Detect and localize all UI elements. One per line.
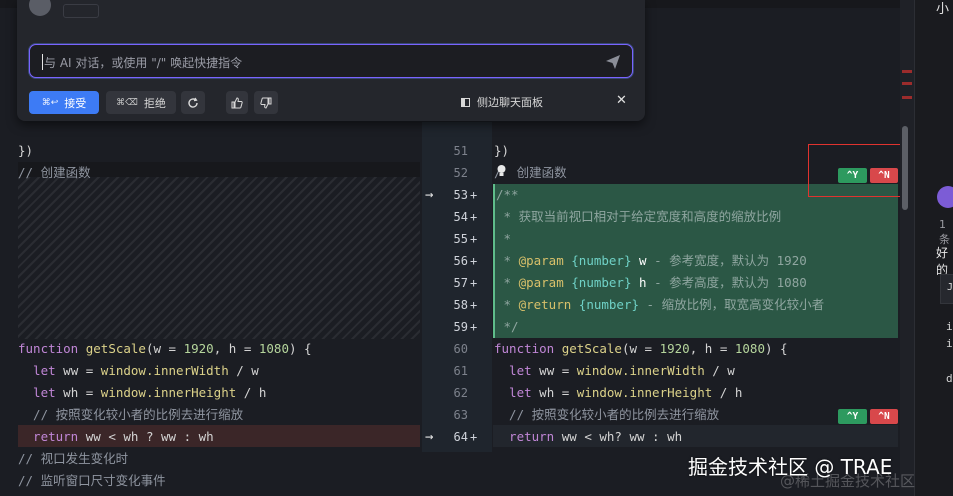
diff-arrow-icon[interactable]: →: [425, 426, 433, 448]
right-panel-message: 好的: [936, 246, 949, 277]
line-number: 63: [453, 408, 468, 422]
lightbulb-icon[interactable]: [496, 164, 507, 178]
ai-top-tag: [63, 4, 99, 18]
left-line-64: return ww < wh ? ww : wh: [18, 429, 214, 444]
line-number: 58: [453, 298, 468, 312]
left-line-65: // 视口发生变化时: [18, 451, 129, 466]
right-line-54: * 获取当前视口相对于给定宽度和高度的缩放比例: [496, 209, 782, 224]
panel-icon: [461, 97, 470, 107]
line-number: 52: [453, 166, 468, 180]
send-icon[interactable]: [604, 53, 622, 71]
left-line-61: let ww = window.innerWidth / w: [18, 363, 259, 378]
left-line-66: // 监听窗口尺寸变化事件: [18, 473, 166, 488]
left-line-60: function getScale(w = 1920, h = 1080) {: [18, 341, 312, 356]
added-plus: +: [470, 320, 478, 334]
thumbs-down-button[interactable]: [254, 91, 278, 114]
left-line-62: let wh = window.innerHeight / h: [18, 385, 267, 400]
left-line-63: // 按照变化较小者的比例去进行缩放: [18, 407, 244, 422]
added-plus: +: [470, 298, 478, 312]
thumbs-up-button[interactable]: [226, 91, 248, 114]
right-line-60: function getScale(w = 1920, h = 1080) {: [494, 341, 788, 356]
accept-button[interactable]: ⌘↩ 接受: [29, 91, 99, 114]
reject-change-chip[interactable]: ^N: [870, 409, 898, 424]
right-line-61: let ww = window.innerWidth / w: [494, 363, 735, 378]
minimap-change-mark: [902, 96, 912, 99]
line-number: 55: [453, 232, 468, 246]
right-panel-code-lang: J: [947, 282, 953, 293]
right-line-59: */: [496, 319, 519, 334]
ai-input-placeholder: 与 AI 对话，或使用 "/" 唤起快捷指令: [44, 56, 243, 70]
watermark-secondary: @稀土掘金技术社区: [780, 472, 916, 490]
right-line-53: /**: [496, 187, 519, 202]
left-line-52: // 创建函数: [18, 165, 91, 180]
diff-arrow-icon[interactable]: →: [425, 184, 433, 206]
thumbs-up-icon: [231, 96, 243, 108]
added-plus: +: [470, 276, 478, 290]
right-panel-code-line: d: [946, 372, 953, 385]
close-icon[interactable]: ✕: [616, 93, 627, 108]
avatar: [29, 0, 51, 16]
right-line-57: * @param {number} h - 参考高度，默认为 1080: [496, 275, 807, 290]
line-number: 56: [453, 254, 468, 268]
line-number: 60: [453, 342, 468, 356]
added-plus: +: [470, 430, 478, 444]
right-line-64: return ww < wh? ww : wh: [494, 429, 683, 444]
line-number: 54: [453, 210, 468, 224]
added-block-marker: [493, 184, 495, 338]
right-line-56: * @param {number} w - 参考宽度，默认为 1920: [496, 253, 807, 268]
line-number: 51: [453, 144, 468, 158]
left-empty-hatch: [18, 177, 420, 339]
right-panel-code-line: i: [946, 337, 953, 350]
line-number: 57: [453, 276, 468, 290]
ai-inline-chat-panel: 与 AI 对话，或使用 "/" 唤起快捷指令 ⌘↩ 接受 ⌘⌫ 拒绝 侧边聊天面板 …: [17, 0, 645, 121]
regenerate-button[interactable]: [181, 91, 205, 114]
added-plus: +: [470, 210, 478, 224]
line-number: 61: [453, 364, 468, 378]
added-plus: +: [470, 232, 478, 246]
line-number: 62: [453, 386, 468, 400]
thumbs-down-icon: [260, 97, 272, 109]
right-line-63: // 按照变化较小者的比例去进行缩放: [494, 407, 720, 422]
text-cursor: [42, 54, 43, 70]
line-number: 59: [453, 320, 468, 334]
side-chat-panel-button[interactable]: 侧边聊天面板: [461, 94, 543, 110]
minimap-change-mark: [902, 82, 912, 85]
right-line-62: let wh = window.innerHeight / h: [494, 385, 743, 400]
right-line-55: *: [496, 231, 512, 246]
right-line-58: * @return {number} - 缩放比例，取宽高变化较小者: [496, 297, 825, 312]
minimap-change-mark: [902, 70, 912, 73]
ai-chat-input[interactable]: 与 AI 对话，或使用 "/" 唤起快捷指令: [29, 44, 633, 78]
accept-change-chip[interactable]: ^Y: [838, 409, 867, 424]
minimap[interactable]: [900, 0, 914, 496]
right-panel-title: 小: [936, 2, 950, 17]
left-line-51: }): [18, 143, 34, 158]
right-panel-meta: 1 条: [939, 218, 950, 246]
ai-avatar-icon: [937, 186, 953, 208]
added-plus: +: [470, 188, 478, 202]
right-panel-code-line: i: [946, 320, 953, 333]
diff-editor[interactable]: }) // 创建函数 function getScale(w = 1920, h…: [0, 122, 900, 496]
right-line-51: }): [494, 143, 510, 158]
refresh-icon: [188, 97, 198, 108]
added-plus: +: [470, 254, 478, 268]
scrollbar-thumb[interactable]: [902, 126, 908, 210]
reject-button[interactable]: ⌘⌫ 拒绝: [106, 91, 176, 114]
